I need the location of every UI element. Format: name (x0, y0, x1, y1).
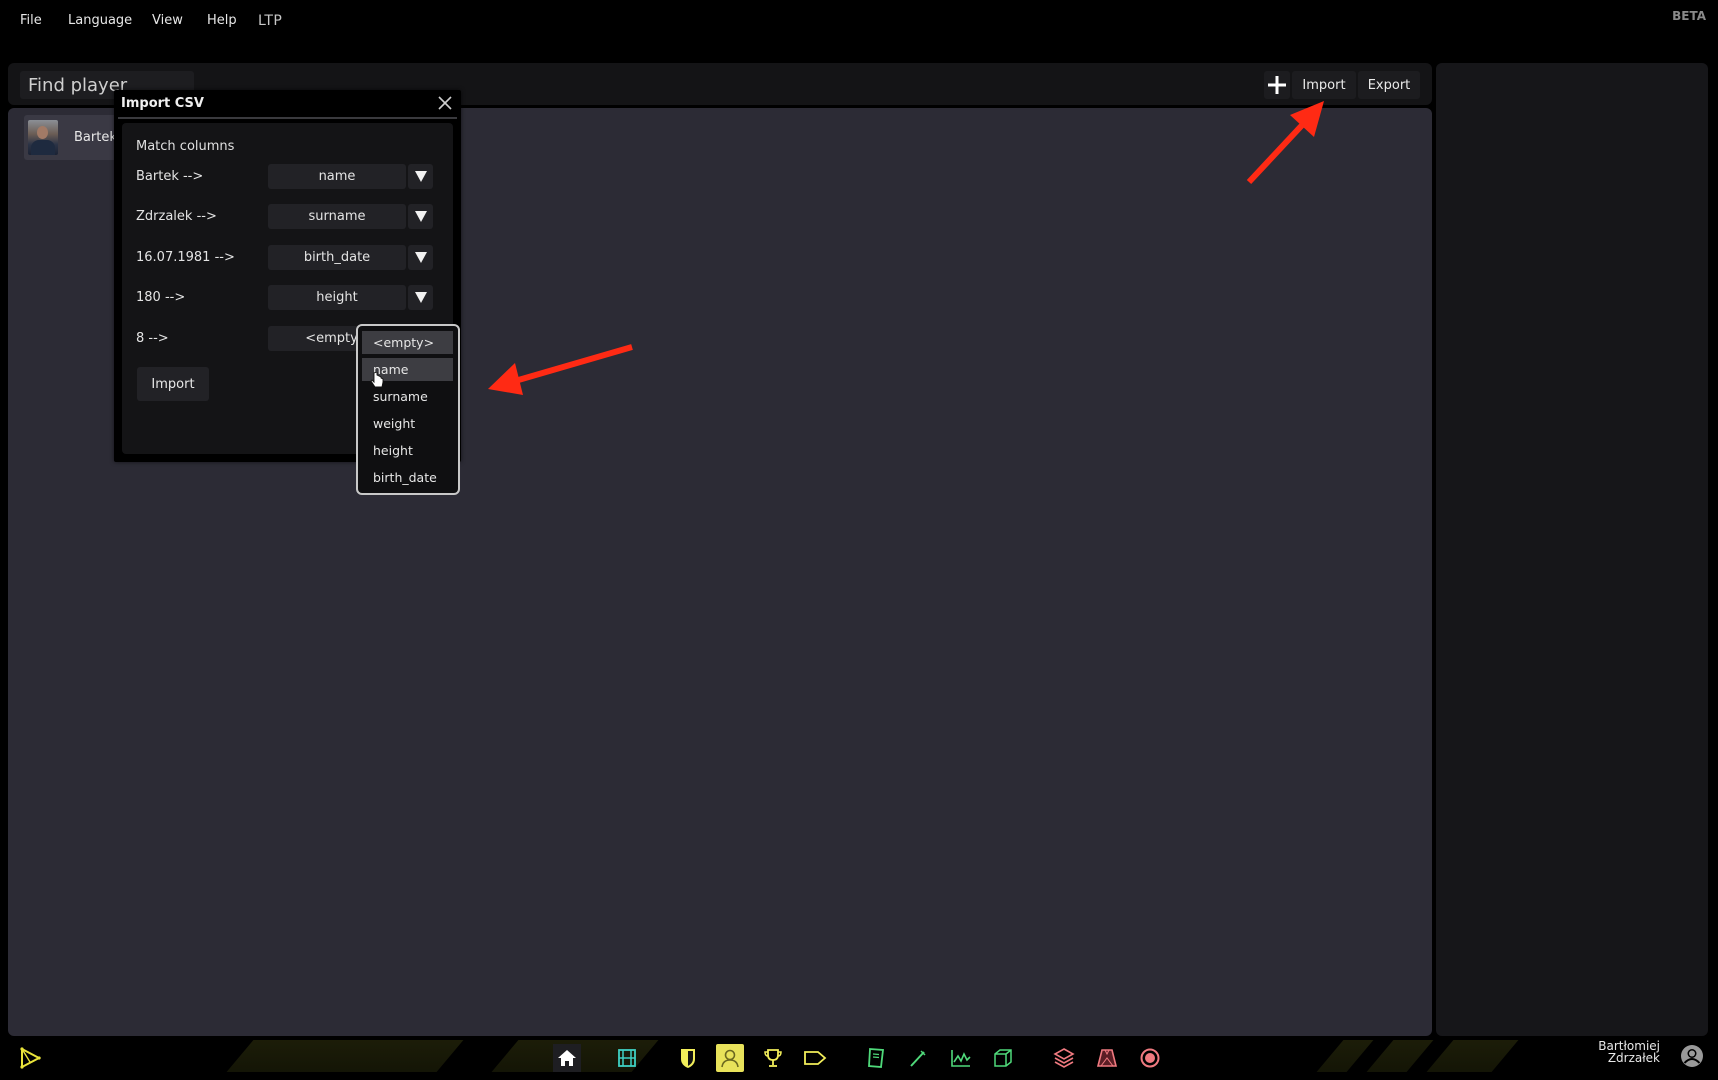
mapping-target-select[interactable]: surname (268, 204, 406, 229)
mapping-target-select[interactable]: name (268, 164, 406, 189)
menu-language[interactable]: Language (68, 13, 132, 28)
add-player-button[interactable] (1264, 71, 1290, 99)
pen-icon[interactable] (904, 1044, 932, 1072)
mapping-source-label: 16.07.1981 --> (136, 250, 235, 265)
mapping-source-label: Zdrzalek --> (136, 209, 217, 224)
chevron-down-icon (414, 211, 427, 222)
record-icon[interactable] (1136, 1044, 1164, 1072)
chart-icon[interactable] (947, 1044, 975, 1072)
mapping-target-select[interactable]: height (268, 285, 406, 310)
shield-icon[interactable] (674, 1044, 702, 1072)
user-avatar-icon[interactable] (1680, 1044, 1704, 1068)
import-button[interactable]: Import (1292, 71, 1356, 99)
tag-icon[interactable] (801, 1044, 829, 1072)
menu-bar: File Language View Help LTP BETA (0, 0, 1718, 44)
decor-stripe (226, 1040, 464, 1072)
mapping-target-select[interactable]: birth_date (268, 245, 406, 270)
layers-icon[interactable] (1050, 1044, 1078, 1072)
dropdown-option[interactable]: <empty> (362, 331, 453, 354)
beta-badge: BETA (1672, 9, 1706, 23)
right-panel (1436, 63, 1708, 1036)
plus-icon (1268, 76, 1286, 94)
film-icon[interactable] (613, 1044, 641, 1072)
dropdown-option[interactable]: weight (362, 412, 453, 435)
mapping-source-label: 8 --> (136, 331, 169, 346)
export-button[interactable]: Export (1358, 71, 1420, 99)
chevron-down-icon (414, 252, 427, 263)
home-icon[interactable] (553, 1044, 581, 1072)
dropdown-toggle[interactable] (408, 164, 433, 189)
player-name: Bartek (74, 130, 117, 145)
current-user-name[interactable]: Bartłomiej Zdrzałek (1598, 1040, 1660, 1064)
menu-help[interactable]: Help (207, 13, 237, 28)
mapping-source-label: Bartek --> (136, 169, 204, 184)
dialog-divider (118, 117, 457, 119)
dropdown-option[interactable]: height (362, 439, 453, 462)
dialog-title: Import CSV (121, 96, 204, 111)
chevron-down-icon (414, 171, 427, 182)
dropdown-toggle[interactable] (408, 245, 433, 270)
trophy-icon[interactable] (759, 1044, 787, 1072)
dialog-import-button[interactable]: Import (137, 367, 209, 401)
pitch-icon[interactable] (1093, 1044, 1121, 1072)
close-icon[interactable] (436, 94, 454, 112)
chevron-down-icon (414, 292, 427, 303)
dropdown-toggle[interactable] (408, 285, 433, 310)
player-list-item[interactable]: Bartek (24, 115, 124, 160)
notebook-icon[interactable] (862, 1044, 890, 1072)
player-avatar (28, 120, 58, 155)
dropdown-toggle[interactable] (408, 204, 433, 229)
player-icon[interactable] (716, 1044, 744, 1072)
dropdown-option[interactable]: birth_date (362, 466, 453, 489)
menu-ltp[interactable]: LTP (258, 13, 282, 29)
target-dropdown-menu: <empty> name surname weight height birth… (356, 324, 460, 495)
match-columns-label: Match columns (136, 139, 235, 154)
menu-file[interactable]: File (20, 13, 42, 28)
ltp-logo-icon[interactable] (16, 1044, 44, 1072)
mapping-source-label: 180 --> (136, 290, 186, 305)
cube-icon[interactable] (989, 1044, 1017, 1072)
menu-view[interactable]: View (152, 13, 183, 28)
hand-cursor-icon (370, 372, 384, 388)
user-last-name: Zdrzałek (1607, 1051, 1660, 1065)
